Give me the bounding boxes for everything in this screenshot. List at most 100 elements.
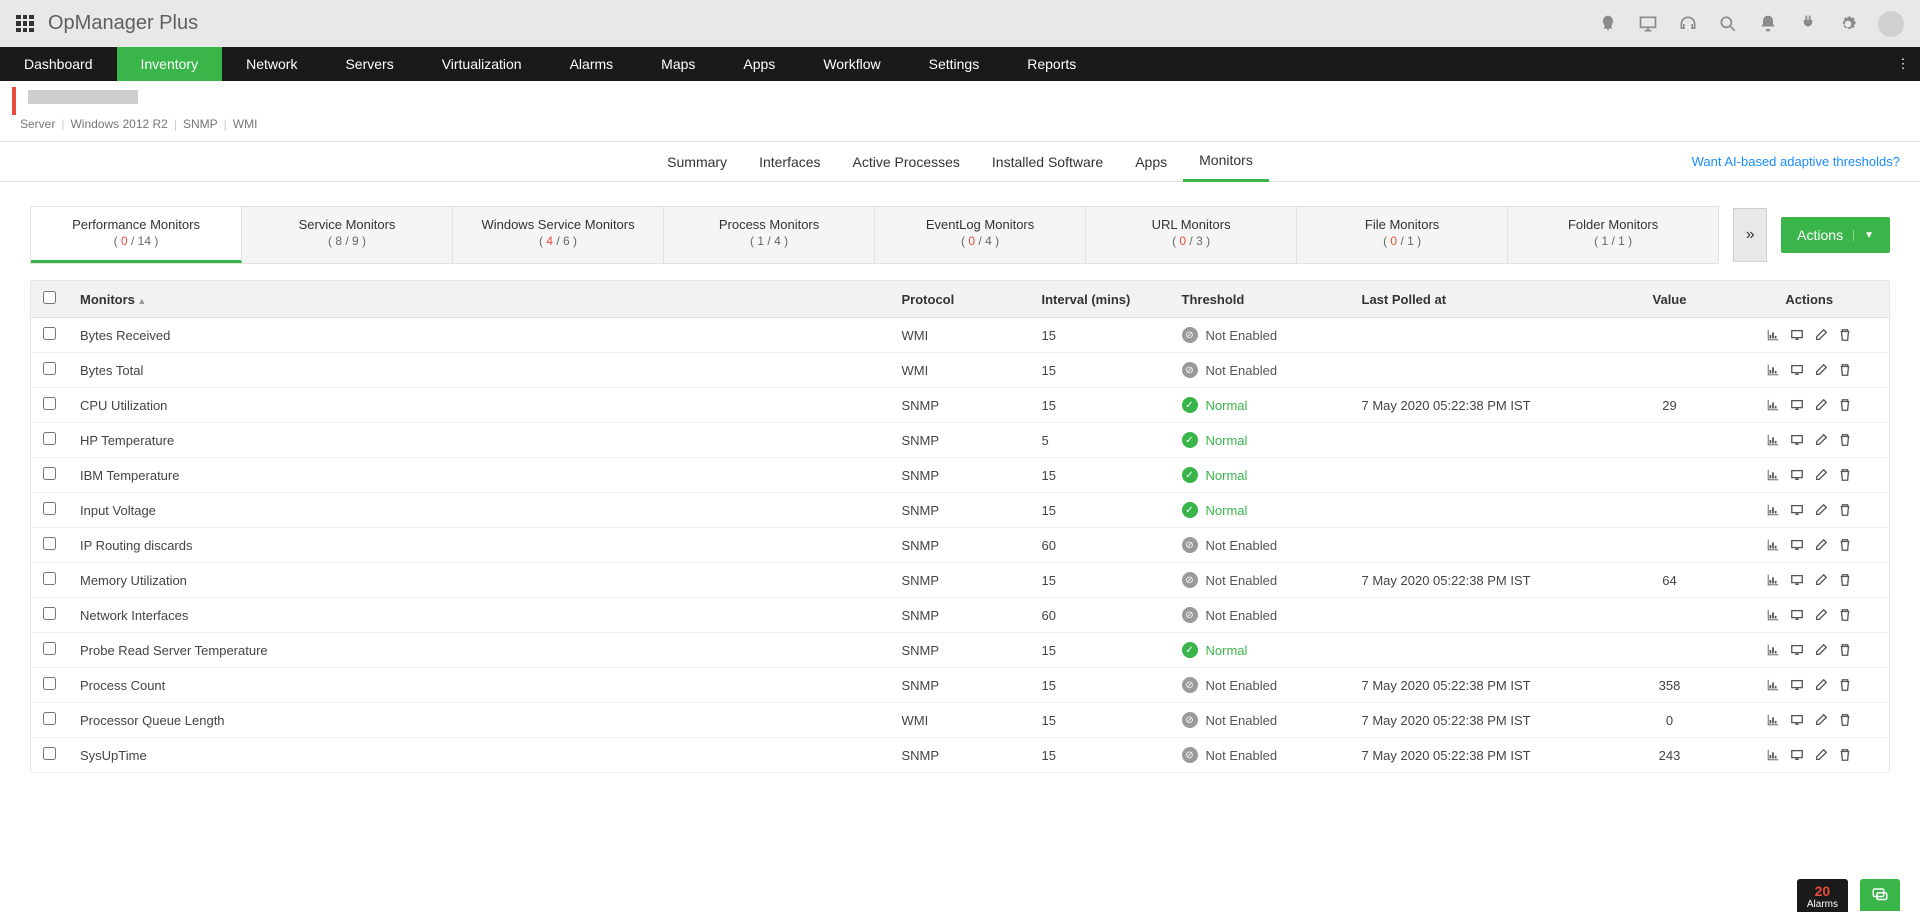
- nav-servers[interactable]: Servers: [321, 47, 417, 81]
- row-checkbox[interactable]: [43, 607, 56, 620]
- category-performance-monitors[interactable]: Performance Monitors( 0 / 14 ): [31, 207, 242, 263]
- delete-icon[interactable]: [1838, 468, 1852, 482]
- row-checkbox[interactable]: [43, 327, 56, 340]
- row-checkbox[interactable]: [43, 572, 56, 585]
- chart-icon[interactable]: [1766, 503, 1780, 517]
- nav-dashboard[interactable]: Dashboard: [0, 47, 117, 81]
- delete-icon[interactable]: [1838, 643, 1852, 657]
- gear-icon[interactable]: [1838, 14, 1858, 34]
- edit-icon[interactable]: [1814, 713, 1828, 727]
- chat-icon[interactable]: [1860, 879, 1900, 911]
- monitor-icon[interactable]: [1790, 328, 1804, 342]
- plug-icon[interactable]: [1798, 14, 1818, 34]
- nav-virtualization[interactable]: Virtualization: [418, 47, 546, 81]
- edit-icon[interactable]: [1814, 433, 1828, 447]
- edit-icon[interactable]: [1814, 678, 1828, 692]
- tab-monitors[interactable]: Monitors: [1183, 142, 1269, 182]
- category-windows-service-monitors[interactable]: Windows Service Monitors( 4 / 6 ): [453, 207, 664, 263]
- row-checkbox[interactable]: [43, 712, 56, 725]
- tab-installed-software[interactable]: Installed Software: [976, 142, 1119, 182]
- category-eventlog-monitors[interactable]: EventLog Monitors( 0 / 4 ): [875, 207, 1086, 263]
- adaptive-thresholds-link[interactable]: Want AI-based adaptive thresholds?: [1692, 154, 1900, 169]
- bell-icon[interactable]: [1758, 14, 1778, 34]
- monitor-icon[interactable]: [1790, 398, 1804, 412]
- monitor-icon[interactable]: [1790, 433, 1804, 447]
- nav-inventory[interactable]: Inventory: [117, 47, 223, 81]
- tab-interfaces[interactable]: Interfaces: [743, 142, 836, 182]
- monitor-icon[interactable]: [1790, 608, 1804, 622]
- category-file-monitors[interactable]: File Monitors( 0 / 1 ): [1297, 207, 1508, 263]
- actions-button[interactable]: Actions▼: [1781, 217, 1890, 253]
- col-protocol[interactable]: Protocol: [890, 281, 1030, 318]
- nav-reports[interactable]: Reports: [1003, 47, 1100, 81]
- nav-apps[interactable]: Apps: [719, 47, 799, 81]
- edit-icon[interactable]: [1814, 643, 1828, 657]
- chart-icon[interactable]: [1766, 363, 1780, 377]
- chart-icon[interactable]: [1766, 608, 1780, 622]
- delete-icon[interactable]: [1838, 573, 1852, 587]
- row-checkbox[interactable]: [43, 642, 56, 655]
- category-service-monitors[interactable]: Service Monitors( 8 / 9 ): [242, 207, 453, 263]
- select-all-checkbox[interactable]: [43, 291, 56, 304]
- monitor-icon[interactable]: [1790, 678, 1804, 692]
- delete-icon[interactable]: [1838, 328, 1852, 342]
- nav-settings[interactable]: Settings: [905, 47, 1004, 81]
- row-checkbox[interactable]: [43, 747, 56, 760]
- delete-icon[interactable]: [1838, 538, 1852, 552]
- chart-icon[interactable]: [1766, 643, 1780, 657]
- category-process-monitors[interactable]: Process Monitors( 1 / 4 ): [664, 207, 875, 263]
- delete-icon[interactable]: [1838, 608, 1852, 622]
- monitor-icon[interactable]: [1790, 468, 1804, 482]
- monitor-icon[interactable]: [1790, 538, 1804, 552]
- tab-apps[interactable]: Apps: [1119, 142, 1183, 182]
- monitor-icon[interactable]: [1790, 748, 1804, 762]
- chart-icon[interactable]: [1766, 468, 1780, 482]
- edit-icon[interactable]: [1814, 363, 1828, 377]
- headset-icon[interactable]: [1678, 14, 1698, 34]
- col-threshold[interactable]: Threshold: [1170, 281, 1350, 318]
- chart-icon[interactable]: [1766, 433, 1780, 447]
- edit-icon[interactable]: [1814, 608, 1828, 622]
- col-interval[interactable]: Interval (mins): [1030, 281, 1170, 318]
- search-icon[interactable]: [1718, 14, 1738, 34]
- delete-icon[interactable]: [1838, 363, 1852, 377]
- monitor-icon[interactable]: [1790, 503, 1804, 517]
- row-checkbox[interactable]: [43, 537, 56, 550]
- edit-icon[interactable]: [1814, 468, 1828, 482]
- col-monitors[interactable]: Monitors: [68, 281, 890, 318]
- edit-icon[interactable]: [1814, 573, 1828, 587]
- delete-icon[interactable]: [1838, 398, 1852, 412]
- category-more-icon[interactable]: »: [1733, 208, 1767, 262]
- nav-alarms[interactable]: Alarms: [546, 47, 638, 81]
- delete-icon[interactable]: [1838, 433, 1852, 447]
- chart-icon[interactable]: [1766, 398, 1780, 412]
- category-url-monitors[interactable]: URL Monitors( 0 / 3 ): [1086, 207, 1297, 263]
- chart-icon[interactable]: [1766, 573, 1780, 587]
- monitor-icon[interactable]: [1790, 713, 1804, 727]
- nav-workflow[interactable]: Workflow: [799, 47, 904, 81]
- alarm-badge[interactable]: 20 Alarms: [1797, 879, 1848, 912]
- row-checkbox[interactable]: [43, 362, 56, 375]
- tab-active-processes[interactable]: Active Processes: [837, 142, 976, 182]
- row-checkbox[interactable]: [43, 432, 56, 445]
- row-checkbox[interactable]: [43, 502, 56, 515]
- monitor-icon[interactable]: [1790, 643, 1804, 657]
- presentation-icon[interactable]: [1638, 14, 1658, 34]
- delete-icon[interactable]: [1838, 713, 1852, 727]
- delete-icon[interactable]: [1838, 503, 1852, 517]
- category-folder-monitors[interactable]: Folder Monitors( 1 / 1 ): [1508, 207, 1718, 263]
- edit-icon[interactable]: [1814, 748, 1828, 762]
- avatar[interactable]: [1878, 11, 1904, 37]
- chart-icon[interactable]: [1766, 748, 1780, 762]
- chart-icon[interactable]: [1766, 678, 1780, 692]
- col-value[interactable]: Value: [1610, 281, 1730, 318]
- row-checkbox[interactable]: [43, 397, 56, 410]
- delete-icon[interactable]: [1838, 748, 1852, 762]
- edit-icon[interactable]: [1814, 328, 1828, 342]
- col-polled[interactable]: Last Polled at: [1350, 281, 1610, 318]
- nav-more-icon[interactable]: ⋮: [1886, 47, 1920, 81]
- nav-maps[interactable]: Maps: [637, 47, 719, 81]
- monitor-icon[interactable]: [1790, 573, 1804, 587]
- monitor-icon[interactable]: [1790, 363, 1804, 377]
- tab-summary[interactable]: Summary: [651, 142, 743, 182]
